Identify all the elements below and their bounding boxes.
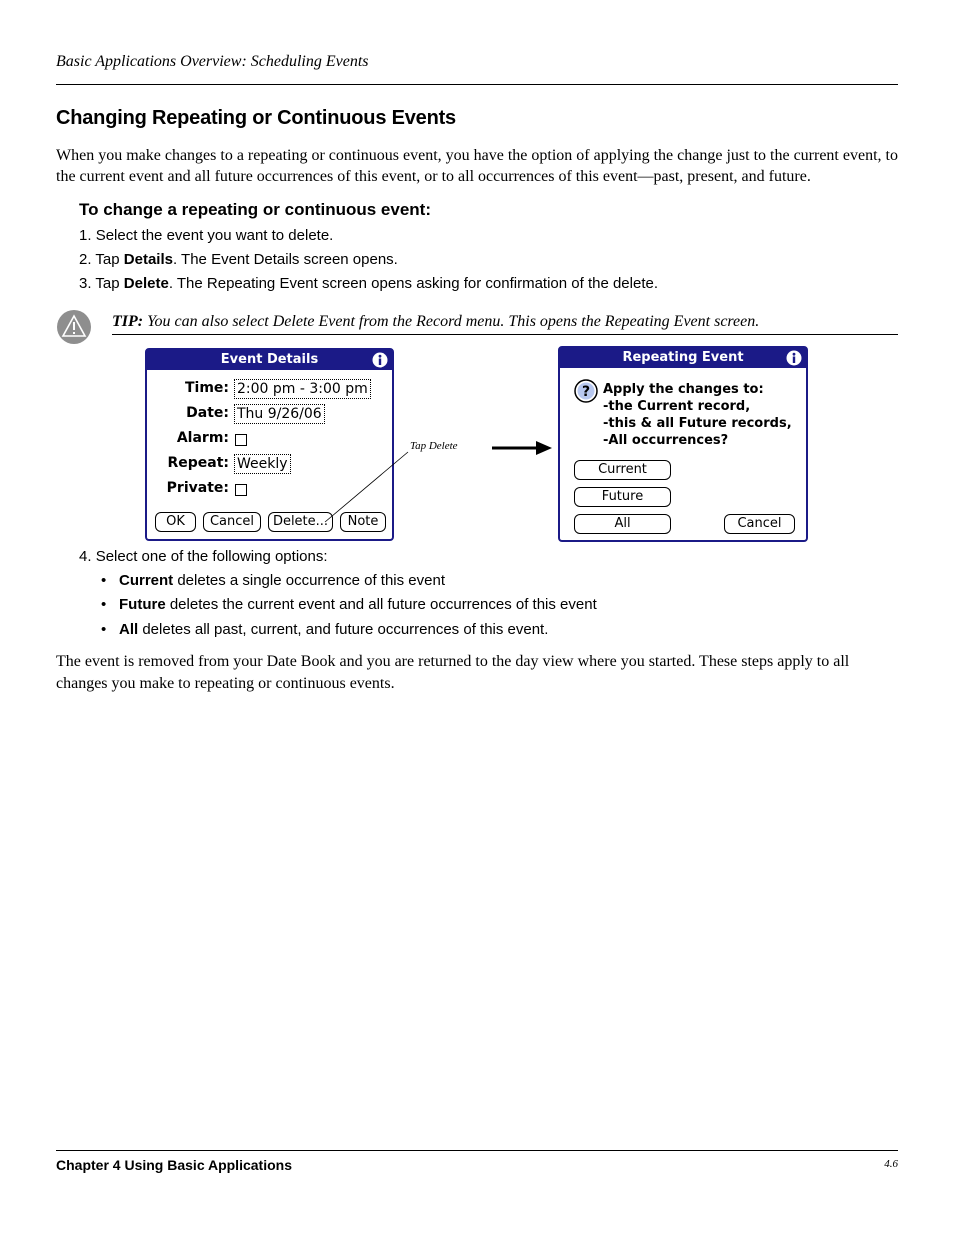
date-label: Date: xyxy=(186,405,229,421)
tip-body: You can also select Delete Event from th… xyxy=(143,313,760,330)
step-number: 3. xyxy=(79,275,92,292)
closing-paragraph: The event is removed from your Date Book… xyxy=(56,653,850,692)
current-button[interactable]: Current xyxy=(574,460,671,480)
step-3: 3. Tap Delete. The Repeating Event scree… xyxy=(79,275,658,292)
repeat-label: Repeat: xyxy=(167,455,229,471)
callout-line xyxy=(324,451,409,523)
tip-text: TIP: You can also select Delete Event fr… xyxy=(112,313,759,331)
private-label: Private: xyxy=(166,480,229,496)
option-bold: Current xyxy=(119,572,174,589)
step-number: 4. xyxy=(79,548,92,565)
option-current: • Current deletes a single occurrence of … xyxy=(101,572,445,589)
warning-icon xyxy=(56,309,92,345)
procedure-heading: To change a repeating or continuous even… xyxy=(79,200,432,219)
ok-button[interactable]: OK xyxy=(155,512,196,532)
private-checkbox[interactable] xyxy=(235,484,247,496)
message-line-1: Apply the changes to: xyxy=(603,382,764,397)
step-number: 2. xyxy=(79,251,92,268)
repeating-event-title-bar: Repeating Event xyxy=(560,348,806,368)
info-icon[interactable] xyxy=(786,350,802,366)
event-details-title: Event Details xyxy=(220,352,319,367)
option-text: deletes all past, current, and future oc… xyxy=(138,621,549,638)
footer-chapter: Chapter 4 Using Basic Applications xyxy=(56,1157,292,1173)
step-text: . The Repeating Event screen opens askin… xyxy=(168,275,658,292)
tip-rule xyxy=(112,334,898,335)
option-all: • All deletes all past, current, and futu… xyxy=(101,621,549,638)
section-title: Changing Repeating or Continuous Events xyxy=(56,107,456,129)
time-label: Time: xyxy=(184,380,229,396)
info-icon[interactable] xyxy=(372,352,388,368)
option-text: deletes the current event and all future… xyxy=(165,596,597,613)
option-bold: Future xyxy=(119,596,166,613)
question-icon: ? xyxy=(574,379,598,403)
future-button[interactable]: Future xyxy=(574,487,671,507)
event-details-title-bar: Event Details xyxy=(147,350,392,370)
option-future: • Future deletes the current event and al… xyxy=(101,596,597,613)
step-2: 2. Tap Details. The Event Details screen… xyxy=(79,251,398,268)
tip-label: TIP: xyxy=(112,313,144,330)
header-rule xyxy=(56,84,898,85)
repeating-event-title: Repeating Event xyxy=(622,350,744,365)
step-text: Select one of the following options: xyxy=(95,548,328,565)
step-4: 4. Select one of the following options: xyxy=(79,548,328,565)
callout-label: Tap Delete xyxy=(410,440,458,452)
date-field[interactable]: Thu 9/26/06 xyxy=(234,404,325,424)
repeating-event-screen: Repeating Event ? Apply the changes to: … xyxy=(558,346,808,542)
message-line-4: -All occurrences? xyxy=(603,433,729,448)
step-text: Tap xyxy=(95,275,124,292)
running-header: Basic Applications Overview: Scheduling … xyxy=(56,53,369,70)
option-bold: All xyxy=(119,621,139,638)
message-line-2: -the Current record, xyxy=(603,399,751,414)
page-number: 4.6 xyxy=(884,1158,898,1170)
step-1: 1. Select the event you want to delete. xyxy=(79,227,333,244)
alarm-label: Alarm: xyxy=(176,430,229,446)
step-text: Select the event you want to delete. xyxy=(95,227,334,244)
message-line-3: -this & all Future records, xyxy=(603,416,792,431)
step-bold: Delete xyxy=(123,275,169,292)
step-number: 1. xyxy=(79,227,92,244)
alarm-checkbox[interactable] xyxy=(235,434,247,446)
all-button[interactable]: All xyxy=(574,514,671,534)
step-text: Tap xyxy=(95,251,124,268)
cancel-button[interactable]: Cancel xyxy=(724,514,795,534)
step-text: . The Event Details screen opens. xyxy=(172,251,398,268)
time-field[interactable]: 2:00 pm - 3:00 pm xyxy=(234,379,371,399)
intro-paragraph: When you make changes to a repeating or … xyxy=(56,147,898,185)
arrow-right-icon xyxy=(492,441,552,455)
footer-rule xyxy=(56,1150,898,1151)
option-text: deletes a single occurrence of this even… xyxy=(173,572,445,589)
repeat-field[interactable]: Weekly xyxy=(234,454,291,474)
step-bold: Details xyxy=(123,251,173,268)
cancel-button[interactable]: Cancel xyxy=(203,512,261,532)
svg-text:?: ? xyxy=(582,384,590,400)
